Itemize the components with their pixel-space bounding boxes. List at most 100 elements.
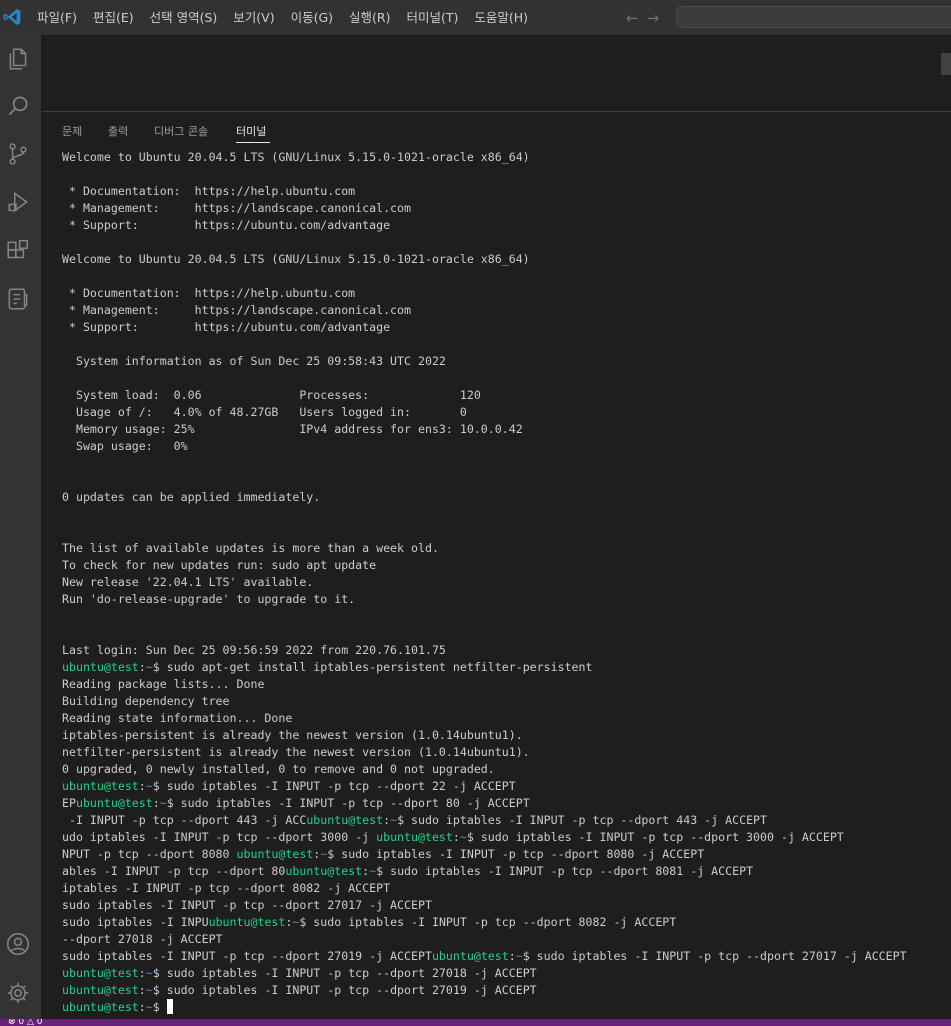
terminal-text: iptables -I INPUT -p tcp --dport 8082 -j…	[62, 881, 391, 895]
terminal-line: 0 updates can be applied immediately.	[62, 489, 947, 506]
menu-run[interactable]: 실행(R)	[341, 0, 398, 35]
menu-go[interactable]: 이동(G)	[283, 0, 341, 35]
terminal-text: udo iptables -I INPUT -p tcp --dport 300…	[62, 830, 377, 844]
terminal-text: System load: 0.06 Processes: 120	[62, 388, 481, 402]
prompt-path: ~	[145, 966, 153, 980]
manage-gear-icon[interactable]	[5, 980, 31, 1006]
editor-scrollbar[interactable]	[941, 53, 951, 75]
terminal-output[interactable]: Welcome to Ubuntu 20.04.5 LTS (GNU/Linux…	[62, 149, 947, 1017]
menu-view[interactable]: 보기(V)	[225, 0, 282, 35]
terminal-line: The list of available updates is more th…	[62, 540, 947, 557]
terminal-line: System load: 0.06 Processes: 120	[62, 387, 947, 404]
prompt-user-host: ubuntu@test	[62, 1000, 139, 1014]
prompt-separator: :	[138, 983, 146, 997]
terminal-line: * Documentation: https://help.ubuntu.com	[62, 183, 947, 200]
terminal-line: Reading package lists... Done	[62, 676, 947, 693]
terminal-line: --dport 27018 -j ACCEPT	[62, 931, 947, 948]
terminal-text: sudo iptables -I INPUT -p tcp --dport 27…	[62, 898, 432, 912]
extensions-icon[interactable]	[5, 238, 31, 264]
terminal-line: ables -I INPUT -p tcp --dport 80ubuntu@t…	[62, 863, 947, 880]
account-icon[interactable]	[5, 931, 31, 957]
explorer-icon[interactable]	[5, 46, 31, 72]
terminal-line: -I INPUT -p tcp --dport 443 -j ACCubuntu…	[62, 812, 947, 829]
terminal-text: iptables-persistent is already the newes…	[62, 728, 523, 742]
terminal-text: $ sudo iptables -I INPUT -p tcp --dport …	[152, 966, 537, 980]
status-bar: ⊗ 0 △ 0	[0, 1019, 951, 1026]
menu-terminal[interactable]: 터미널(T)	[399, 0, 467, 35]
bottom-panel: 문제 출력 디버그 콘솔 터미널 Welcome to Ubuntu 20.04…	[42, 112, 951, 1019]
terminal-text: * Documentation: https://help.ubuntu.com	[62, 184, 356, 198]
prompt-separator: :	[508, 949, 516, 963]
terminal-text: ables -I INPUT -p tcp --dport 80	[62, 864, 286, 878]
prompt-path: ~	[390, 813, 398, 827]
terminal-text: $ sudo iptables -I INPUT -p tcp --dport …	[152, 779, 516, 793]
terminal-text: EP	[62, 796, 76, 810]
terminal-line: * Support: https://ubuntu.com/advantage	[62, 319, 947, 336]
terminal-line: System information as of Sun Dec 25 09:5…	[62, 353, 947, 370]
terminal-text: -I INPUT -p tcp --dport 443 -j ACC	[62, 813, 307, 827]
active-tab-indicator	[236, 142, 270, 143]
terminal-cursor	[166, 999, 173, 1014]
terminal-line: sudo iptables -I INPUubuntu@test:~$ sudo…	[62, 914, 947, 931]
terminal-text: sudo iptables -I INPU	[62, 915, 209, 929]
terminal-line: Welcome to Ubuntu 20.04.5 LTS (GNU/Linux…	[62, 149, 947, 166]
tab-terminal[interactable]: 터미널	[236, 123, 266, 139]
prompt-separator: :	[138, 1000, 146, 1014]
terminal-line: * Management: https://landscape.canonica…	[62, 200, 947, 217]
terminal-line: * Documentation: https://help.ubuntu.com	[62, 285, 947, 302]
terminal-text: * Support: https://ubuntu.com/advantage	[62, 218, 391, 232]
title-bar: 파일(F) 편집(E) 선택 영역(S) 보기(V) 이동(G) 실행(R) 터…	[0, 0, 951, 35]
terminal-text: Reading package lists... Done	[62, 677, 265, 691]
terminal-text: 0 upgraded, 0 newly installed, 0 to remo…	[62, 762, 495, 776]
menu-edit[interactable]: 편집(E)	[85, 0, 142, 35]
terminal-line: ubuntu@test:~$ sudo iptables -I INPUT -p…	[62, 965, 947, 982]
forward-arrow-icon[interactable]: →	[647, 9, 660, 27]
prompt-path: ~	[459, 830, 467, 844]
terminal-text: $ sudo iptables -I INPUT -p tcp --dport …	[299, 915, 677, 929]
terminal-text: Welcome to Ubuntu 20.04.5 LTS (GNU/Linux…	[62, 150, 530, 164]
terminal-line: Building dependency tree	[62, 693, 947, 710]
problems-status[interactable]: ⊗ 0 △ 0	[8, 1019, 43, 1026]
panel-tabs: 문제 출력 디버그 콘솔 터미널	[42, 112, 951, 144]
terminal-text: * Management: https://landscape.canonica…	[62, 201, 412, 215]
back-arrow-icon[interactable]: ←	[626, 9, 639, 27]
menu-bar: 파일(F) 편집(E) 선택 영역(S) 보기(V) 이동(G) 실행(R) 터…	[29, 0, 536, 35]
terminal-line: Usage of /: 4.0% of 48.27GB Users logged…	[62, 404, 947, 421]
menu-selection[interactable]: 선택 영역(S)	[142, 0, 226, 35]
tab-problems[interactable]: 문제	[62, 123, 82, 139]
prompt-separator: :	[138, 779, 146, 793]
navigation-arrows: ← →	[626, 0, 659, 35]
command-center-search[interactable]	[676, 6, 951, 28]
prompt-path: ~	[145, 660, 153, 674]
menu-help[interactable]: 도움말(H)	[466, 0, 536, 35]
run-debug-icon[interactable]	[5, 189, 31, 215]
terminal-text: Reading state information... Done	[62, 711, 293, 725]
terminal-text: Welcome to Ubuntu 20.04.5 LTS (GNU/Linux…	[62, 252, 530, 266]
tab-output[interactable]: 출력	[108, 123, 128, 139]
terminal-text: Run 'do-release-upgrade' to upgrade to i…	[62, 592, 356, 606]
terminal-line: ubuntu@test:~$ sudo apt-get install ipta…	[62, 659, 947, 676]
search-icon[interactable]	[5, 93, 31, 119]
terminal-text: sudo iptables -I INPUT -p tcp --dport 27…	[62, 949, 432, 963]
terminal-text: Memory usage: 25% IPv4 address for ens3:…	[62, 422, 523, 436]
menu-file[interactable]: 파일(F)	[29, 0, 85, 35]
tab-debug-console[interactable]: 디버그 콘솔	[154, 123, 208, 139]
terminal-line: EPubuntu@test:~$ sudo iptables -I INPUT …	[62, 795, 947, 812]
prompt-user-host: ubuntu@test	[285, 864, 363, 878]
terminal-text: netfilter-persistent is already the newe…	[62, 745, 530, 759]
terminal-text: The list of available updates is more th…	[62, 541, 439, 555]
terminal-line: sudo iptables -I INPUT -p tcp --dport 27…	[62, 897, 947, 914]
prompt-user-host: ubuntu@test	[62, 983, 139, 997]
source-control-icon[interactable]	[5, 141, 31, 167]
terminal-text: $	[152, 1000, 167, 1014]
terminal-line: ubuntu@test:~$ sudo iptables -I INPUT -p…	[62, 778, 947, 795]
remote-explorer-icon[interactable]	[5, 286, 31, 312]
terminal-text: $ sudo iptables -I INPUT -p tcp --dport …	[152, 983, 537, 997]
terminal-text: $ sudo iptables -I INPUT -p tcp --dport …	[327, 847, 705, 861]
terminal-line: Reading state information... Done	[62, 710, 947, 727]
